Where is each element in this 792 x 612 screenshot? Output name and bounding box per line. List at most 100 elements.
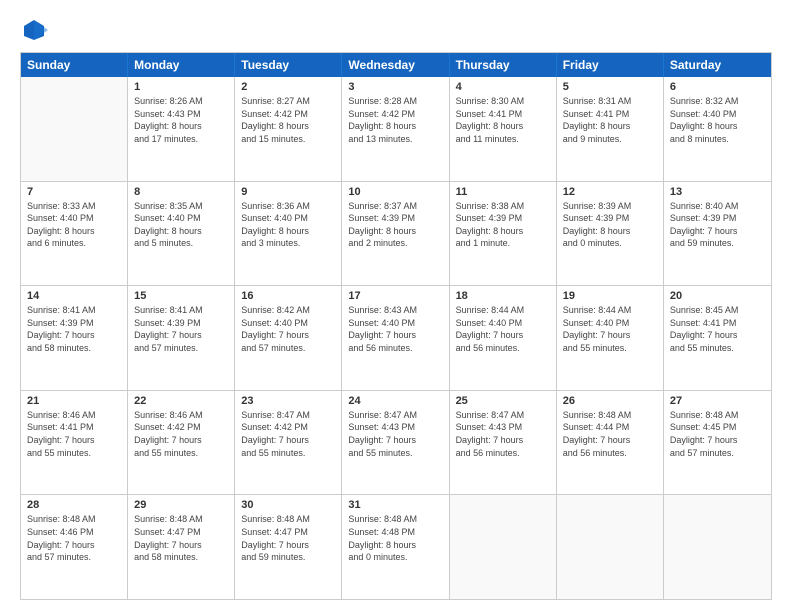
- day-number: 2: [241, 81, 335, 93]
- day-number: 15: [134, 290, 228, 302]
- page: SundayMondayTuesdayWednesdayThursdayFrid…: [0, 0, 792, 612]
- logo: [20, 16, 52, 44]
- header: [20, 16, 772, 44]
- day-cell-9: 9Sunrise: 8:36 AMSunset: 4:40 PMDaylight…: [235, 182, 342, 286]
- day-info: Sunrise: 8:47 AMSunset: 4:43 PMDaylight:…: [456, 409, 550, 459]
- day-info: Sunrise: 8:45 AMSunset: 4:41 PMDaylight:…: [670, 304, 765, 354]
- day-number: 17: [348, 290, 442, 302]
- day-number: 24: [348, 395, 442, 407]
- day-cell-26: 26 Sunrise: 8:48 AMSunset: 4:44 PMDayligh…: [557, 391, 664, 495]
- calendar: SundayMondayTuesdayWednesdayThursdayFrid…: [20, 52, 772, 600]
- day-cell-2: 2 Sunrise: 8:27 AMSunset: 4:42 PMDaylight…: [235, 77, 342, 181]
- day-cell-12: 12 Sunrise: 8:39 AMSunset: 4:39 PMDayligh…: [557, 182, 664, 286]
- day-info: Sunrise: 8:30 AMSunset: 4:41 PMDaylight:…: [456, 95, 550, 145]
- header-day-monday: Monday: [128, 53, 235, 77]
- day-cell-20: 20 Sunrise: 8:45 AMSunset: 4:41 PMDayligh…: [664, 286, 771, 390]
- day-number: 21: [27, 395, 121, 407]
- day-number: 1: [134, 81, 228, 93]
- day-cell-23: 23 Sunrise: 8:47 AMSunset: 4:42 PMDayligh…: [235, 391, 342, 495]
- day-number: 3: [348, 81, 442, 93]
- day-cell-4: 4 Sunrise: 8:30 AMSunset: 4:41 PMDaylight…: [450, 77, 557, 181]
- day-number: 7: [27, 186, 121, 198]
- day-info: Sunrise: 8:48 AMSunset: 4:47 PMDaylight:…: [241, 513, 335, 563]
- day-info: Sunrise: 8:48 AMSunset: 4:44 PMDaylight:…: [563, 409, 657, 459]
- day-cell-3: 3 Sunrise: 8:28 AMSunset: 4:42 PMDaylight…: [342, 77, 449, 181]
- day-cell-10: 10Sunrise: 8:37 AMSunset: 4:39 PMDayligh…: [342, 182, 449, 286]
- day-info: Sunrise: 8:42 AMSunset: 4:40 PMDaylight:…: [241, 304, 335, 354]
- day-number: 19: [563, 290, 657, 302]
- day-info: Sunrise: 8:26 AMSunset: 4:43 PMDaylight:…: [134, 95, 228, 145]
- day-cell-28: 28Sunrise: 8:48 AMSunset: 4:46 PMDayligh…: [21, 495, 128, 599]
- day-cell-17: 17 Sunrise: 8:43 AMSunset: 4:40 PMDayligh…: [342, 286, 449, 390]
- day-info: Sunrise: 8:41 AMSunset: 4:39 PMDaylight:…: [27, 304, 121, 354]
- day-info: Sunrise: 8:38 AMSunset: 4:39 PMDaylight:…: [456, 200, 550, 250]
- header-day-sunday: Sunday: [21, 53, 128, 77]
- header-day-wednesday: Wednesday: [342, 53, 449, 77]
- day-cell-16: 16Sunrise: 8:42 AMSunset: 4:40 PMDayligh…: [235, 286, 342, 390]
- day-number: 4: [456, 81, 550, 93]
- empty-cell: [557, 495, 664, 599]
- day-number: 26: [563, 395, 657, 407]
- day-cell-8: 8 Sunrise: 8:35 AMSunset: 4:40 PMDaylight…: [128, 182, 235, 286]
- day-info: Sunrise: 8:35 AMSunset: 4:40 PMDaylight:…: [134, 200, 228, 250]
- day-cell-25: 25 Sunrise: 8:47 AMSunset: 4:43 PMDayligh…: [450, 391, 557, 495]
- header-day-tuesday: Tuesday: [235, 53, 342, 77]
- day-number: 30: [241, 499, 335, 511]
- day-cell-27: 27Sunrise: 8:48 AMSunset: 4:45 PMDayligh…: [664, 391, 771, 495]
- day-number: 18: [456, 290, 550, 302]
- day-number: 9: [241, 186, 335, 198]
- day-info: Sunrise: 8:41 AMSunset: 4:39 PMDaylight:…: [134, 304, 228, 354]
- calendar-week-2: 7 Sunrise: 8:33 AMSunset: 4:40 PMDaylight…: [21, 182, 771, 287]
- calendar-body: 1 Sunrise: 8:26 AMSunset: 4:43 PMDaylight…: [21, 77, 771, 599]
- day-cell-5: 5Sunrise: 8:31 AMSunset: 4:41 PMDaylight…: [557, 77, 664, 181]
- logo-icon: [20, 16, 48, 44]
- day-number: 14: [27, 290, 121, 302]
- day-cell-31: 31 Sunrise: 8:48 AMSunset: 4:48 PMDayligh…: [342, 495, 449, 599]
- day-info: Sunrise: 8:40 AMSunset: 4:39 PMDaylight:…: [670, 200, 765, 250]
- calendar-week-1: 1 Sunrise: 8:26 AMSunset: 4:43 PMDaylight…: [21, 77, 771, 182]
- day-info: Sunrise: 8:47 AMSunset: 4:42 PMDaylight:…: [241, 409, 335, 459]
- day-cell-15: 15 Sunrise: 8:41 AMSunset: 4:39 PMDayligh…: [128, 286, 235, 390]
- day-cell-22: 22 Sunrise: 8:46 AMSunset: 4:42 PMDayligh…: [128, 391, 235, 495]
- day-cell-11: 11Sunrise: 8:38 AMSunset: 4:39 PMDayligh…: [450, 182, 557, 286]
- day-number: 23: [241, 395, 335, 407]
- day-number: 31: [348, 499, 442, 511]
- day-info: Sunrise: 8:46 AMSunset: 4:42 PMDaylight:…: [134, 409, 228, 459]
- day-info: Sunrise: 8:48 AMSunset: 4:47 PMDaylight:…: [134, 513, 228, 563]
- calendar-week-3: 14 Sunrise: 8:41 AMSunset: 4:39 PMDayligh…: [21, 286, 771, 391]
- day-info: Sunrise: 8:48 AMSunset: 4:46 PMDaylight:…: [27, 513, 121, 563]
- day-number: 8: [134, 186, 228, 198]
- day-info: Sunrise: 8:46 AMSunset: 4:41 PMDaylight:…: [27, 409, 121, 459]
- calendar-week-5: 28Sunrise: 8:48 AMSunset: 4:46 PMDayligh…: [21, 495, 771, 599]
- day-cell-13: 13 Sunrise: 8:40 AMSunset: 4:39 PMDayligh…: [664, 182, 771, 286]
- day-cell-24: 24 Sunrise: 8:47 AMSunset: 4:43 PMDayligh…: [342, 391, 449, 495]
- day-info: Sunrise: 8:27 AMSunset: 4:42 PMDaylight:…: [241, 95, 335, 145]
- day-number: 12: [563, 186, 657, 198]
- day-info: Sunrise: 8:33 AMSunset: 4:40 PMDaylight:…: [27, 200, 121, 250]
- day-info: Sunrise: 8:31 AMSunset: 4:41 PMDaylight:…: [563, 95, 657, 145]
- day-info: Sunrise: 8:43 AMSunset: 4:40 PMDaylight:…: [348, 304, 442, 354]
- day-info: Sunrise: 8:48 AMSunset: 4:45 PMDaylight:…: [670, 409, 765, 459]
- empty-cell: [450, 495, 557, 599]
- day-cell-29: 29 Sunrise: 8:48 AMSunset: 4:47 PMDayligh…: [128, 495, 235, 599]
- day-info: Sunrise: 8:28 AMSunset: 4:42 PMDaylight:…: [348, 95, 442, 145]
- day-number: 25: [456, 395, 550, 407]
- day-number: 20: [670, 290, 765, 302]
- day-info: Sunrise: 8:37 AMSunset: 4:39 PMDaylight:…: [348, 200, 442, 250]
- day-number: 13: [670, 186, 765, 198]
- day-cell-14: 14 Sunrise: 8:41 AMSunset: 4:39 PMDayligh…: [21, 286, 128, 390]
- day-info: Sunrise: 8:39 AMSunset: 4:39 PMDaylight:…: [563, 200, 657, 250]
- day-cell-30: 30 Sunrise: 8:48 AMSunset: 4:47 PMDayligh…: [235, 495, 342, 599]
- day-info: Sunrise: 8:47 AMSunset: 4:43 PMDaylight:…: [348, 409, 442, 459]
- day-number: 22: [134, 395, 228, 407]
- day-info: Sunrise: 8:32 AMSunset: 4:40 PMDaylight:…: [670, 95, 765, 145]
- empty-cell: [664, 495, 771, 599]
- calendar-week-4: 21 Sunrise: 8:46 AMSunset: 4:41 PMDayligh…: [21, 391, 771, 496]
- day-info: Sunrise: 8:48 AMSunset: 4:48 PMDaylight:…: [348, 513, 442, 563]
- header-day-friday: Friday: [557, 53, 664, 77]
- day-cell-6: 6Sunrise: 8:32 AMSunset: 4:40 PMDaylight…: [664, 77, 771, 181]
- day-cell-19: 19Sunrise: 8:44 AMSunset: 4:40 PMDayligh…: [557, 286, 664, 390]
- day-cell-18: 18Sunrise: 8:44 AMSunset: 4:40 PMDayligh…: [450, 286, 557, 390]
- empty-cell: [21, 77, 128, 181]
- day-number: 29: [134, 499, 228, 511]
